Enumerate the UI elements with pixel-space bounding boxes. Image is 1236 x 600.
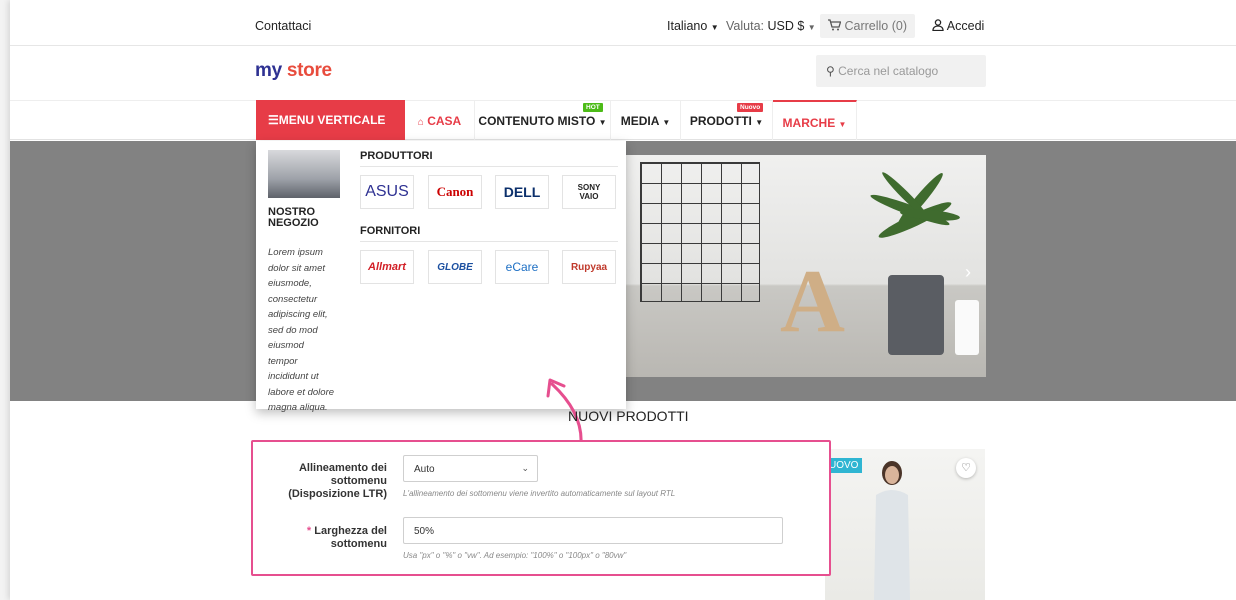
width-label-text: Larghezza del sottomenu — [314, 525, 387, 550]
vertical-menu-button[interactable]: ☰MENU VERTICALE — [256, 100, 405, 140]
top-bar: Contattaci Italiano ▼ Valuta: USD $ ▼ Ca… — [10, 6, 1236, 46]
brand-asus[interactable]: ASUS — [360, 175, 414, 209]
new-products-title: NUOVI PRODOTTI — [568, 408, 689, 424]
wishlist-heart-icon[interactable]: ♡ — [956, 458, 976, 478]
store-description: Lorem ipsum dolor sit amet eiusmode, con… — [268, 247, 335, 413]
search-input[interactable]: ⚲ Cerca nel catalogo — [816, 55, 986, 87]
store-logo[interactable]: my store — [255, 60, 332, 82]
new-badge: Nuovo — [737, 103, 764, 112]
brand-dell[interactable]: DELL — [495, 175, 549, 209]
nav-item-marche[interactable]: MARCHE ▼ — [773, 100, 857, 140]
currency-label: Valuta: — [726, 19, 764, 33]
language-selector[interactable]: Italiano ▼ — [667, 19, 719, 33]
width-value: 50% — [414, 526, 435, 537]
nav-item-label: MEDIA — [620, 114, 659, 128]
plant-image — [870, 172, 960, 238]
hero-grid-decoration — [640, 162, 760, 302]
cart-label: Carrello (0) — [844, 19, 907, 33]
chevron-down-icon: ▼ — [807, 23, 816, 32]
store-image — [268, 150, 340, 198]
language-label: Italiano — [667, 19, 708, 33]
nav-item-prodotti[interactable]: Nuovo PRODOTTI ▼ — [681, 100, 773, 140]
alignment-value: Auto — [414, 464, 435, 475]
vase-image — [955, 300, 979, 355]
brand-sony-vaio[interactable]: SONY VAIO — [562, 175, 616, 209]
search-placeholder: Cerca nel catalogo — [838, 64, 939, 78]
user-icon — [932, 19, 944, 32]
chevron-down-icon: ▼ — [598, 118, 607, 127]
alignment-help: L'allineamento dei sottomenu viene inver… — [403, 489, 676, 498]
nav-item-casa[interactable]: ⌂ CASA — [405, 100, 475, 140]
supplier-ecare[interactable]: eCare — [495, 250, 549, 284]
supplier-allmart[interactable]: Allmart — [360, 250, 414, 284]
login-label: Accedi — [946, 19, 985, 33]
nav-item-media[interactable]: MEDIA ▼ — [611, 100, 681, 140]
manufacturers-title: PRODUTTORI — [360, 150, 618, 167]
pot-image — [888, 275, 944, 355]
currency-value: USD $ — [767, 19, 805, 33]
currency-selector[interactable]: Valuta: USD $ ▼ — [726, 19, 816, 33]
chevron-down-icon: ⌄ — [521, 463, 529, 473]
nav-item-label: CASA — [427, 114, 462, 128]
cart-icon — [828, 19, 842, 31]
search-icon: ⚲ — [826, 64, 835, 78]
store-title: NOSTRO NEGOZIO — [268, 206, 319, 229]
chevron-down-icon: ▼ — [710, 23, 719, 32]
chevron-down-icon: ▼ — [662, 118, 671, 127]
nav-item-label: PRODOTTI — [689, 114, 752, 128]
width-help: Usa "px" o "%" o "vw". Ad esempio: "100%… — [403, 551, 627, 560]
contact-link[interactable]: Contattaci — [255, 19, 311, 33]
hot-badge: HOT — [583, 103, 603, 112]
brand-canon[interactable]: Canon — [428, 175, 482, 209]
alignment-label-line2: (Disposizione LTR) — [288, 488, 387, 500]
nav-item-label: MARCHE — [782, 116, 836, 130]
logo-text-store: store — [286, 60, 332, 81]
logo-text-my: my — [255, 60, 282, 81]
nav-item-contenuto-misto[interactable]: HOT CONTENUTO MISTO ▼ — [475, 100, 611, 140]
cart-button[interactable]: Carrello (0) — [820, 14, 915, 38]
alignment-label-line1: Allineamento dei sottomenu — [298, 462, 387, 487]
chevron-down-icon: ▼ — [838, 120, 847, 129]
chevron-down-icon: ▼ — [755, 118, 764, 127]
supplier-rupyaa[interactable]: Rupyaa — [562, 250, 616, 284]
home-icon: ⌂ — [417, 117, 424, 128]
storefront-page: Contattaci Italiano ▼ Valuta: USD $ ▼ Ca… — [10, 0, 1236, 600]
product-model-image — [874, 461, 910, 600]
alignment-select[interactable]: Auto ⌄ — [403, 455, 538, 482]
width-input[interactable]: 50% — [403, 517, 783, 544]
alignment-label: Allineamento dei sottomenu (Disposizione… — [257, 462, 387, 501]
supplier-globe[interactable]: GLOBE — [428, 250, 482, 284]
slider-next-icon[interactable]: › — [965, 262, 971, 283]
nav-item-label: CONTENUTO MISTO — [478, 114, 596, 128]
suppliers-title: FORNITORI — [360, 225, 618, 242]
width-label: * Larghezza del sottomenu — [257, 525, 387, 551]
login-link[interactable]: Accedi — [932, 19, 984, 33]
hero-letter-decoration: A — [780, 252, 845, 351]
